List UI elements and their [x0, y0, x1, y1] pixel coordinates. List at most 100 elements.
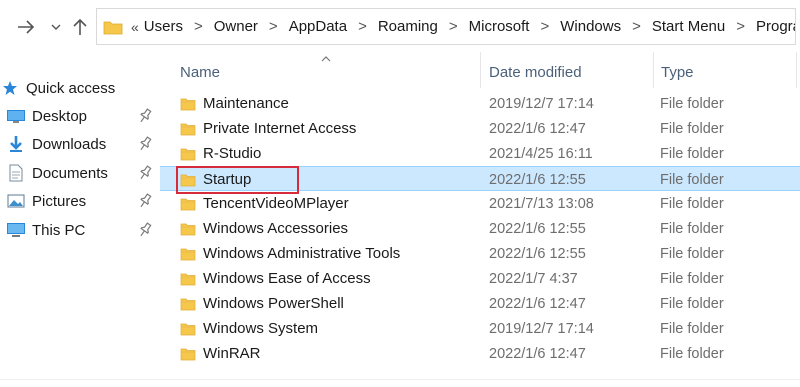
column-header-date[interactable]: Date modified [489, 60, 582, 84]
pin-icon [138, 165, 152, 181]
computer-icon [6, 221, 26, 239]
file-name: TencentVideoMPlayer [203, 195, 349, 212]
file-row[interactable]: Startup 2022/1/6 12:55 File folder [160, 166, 800, 194]
column-divider[interactable] [653, 52, 654, 88]
nav-item-this-pc[interactable]: This PC [0, 218, 158, 242]
date-modified-cell: 2021/4/25 16:11 [489, 145, 593, 162]
file-row[interactable]: R-Studio 2021/4/25 16:11 File folder [160, 141, 800, 166]
file-name: Windows System [203, 320, 319, 337]
navigation-pane: Quick access Desktop Downloads Documents Pic… [0, 72, 158, 372]
file-row[interactable]: Windows PowerShell 2022/1/6 12:47 File fol… [160, 291, 800, 316]
breadcrumb-separator[interactable]: > [736, 18, 745, 35]
breadcrumb-separator[interactable]: > [540, 18, 549, 35]
file-name-cell[interactable]: Maintenance [180, 91, 289, 116]
file-row[interactable]: Private Internet Access 2022/1/6 12:47 Fil… [160, 116, 800, 141]
date-modified-cell: 2022/1/6 12:55 [489, 171, 586, 188]
type-cell: File folder [660, 295, 724, 312]
breadcrumb-item[interactable]: Roaming [378, 18, 438, 35]
chevron-down-icon [51, 24, 61, 30]
date-modified-cell: 2022/1/7 4:37 [489, 270, 578, 287]
file-name: Private Internet Access [203, 120, 357, 137]
nav-item-desktop[interactable]: Desktop [0, 104, 158, 128]
date-modified-cell: 2019/12/7 17:14 [489, 320, 594, 337]
file-row[interactable]: Windows System 2019/12/7 17:14 File folder [160, 316, 800, 341]
file-name-cell[interactable]: WinRAR [180, 341, 261, 366]
date-modified-cell: 2019/12/7 17:14 [489, 95, 594, 112]
up-button[interactable] [68, 14, 92, 40]
file-name: WinRAR [203, 345, 261, 362]
file-name-cell[interactable]: Windows Administrative Tools [180, 241, 400, 266]
breadcrumb-item[interactable]: Owner [214, 18, 258, 35]
nav-item-quick-access[interactable]: Quick access [0, 76, 158, 100]
file-name-cell[interactable]: TencentVideoMPlayer [180, 191, 349, 216]
pin-icon [138, 108, 152, 124]
date-modified-cell: 2022/1/6 12:47 [489, 120, 586, 137]
breadcrumb-separator[interactable]: > [269, 18, 278, 35]
date-modified-cell: 2022/1/6 12:55 [489, 220, 586, 237]
nav-item-pictures[interactable]: Pictures [0, 189, 158, 213]
file-name-cell[interactable]: R-Studio [180, 141, 261, 166]
folder-icon [180, 247, 203, 261]
file-row[interactable]: TencentVideoMPlayer 2021/7/13 13:08 File f… [160, 191, 800, 216]
documents-icon [6, 164, 26, 182]
breadcrumb-separator[interactable]: > [194, 18, 203, 35]
date-modified-cell: 2021/7/13 13:08 [489, 195, 594, 212]
column-header-name[interactable]: Name [180, 60, 220, 84]
back-button[interactable] [14, 14, 38, 40]
file-name: R-Studio [203, 145, 262, 162]
file-row[interactable]: WinRAR 2022/1/6 12:47 File folder [160, 341, 800, 366]
breadcrumb-item[interactable]: Microsoft [469, 18, 530, 35]
file-row[interactable]: Windows Administrative Tools 2022/1/6 12:… [160, 241, 800, 266]
file-name: Windows Ease of Access [203, 270, 371, 287]
arrow-up-icon [73, 18, 87, 35]
date-modified-cell: 2022/1/6 12:47 [489, 295, 586, 312]
date-modified-cell: 2022/1/6 12:47 [489, 345, 586, 362]
file-name-cell[interactable]: Windows Ease of Access [180, 266, 371, 291]
folder-icon [180, 197, 203, 211]
nav-item-label: This PC [32, 221, 86, 239]
file-name: Windows Accessories [203, 220, 349, 237]
nav-item-label: Documents [32, 164, 108, 182]
nav-item-downloads[interactable]: Downloads [0, 132, 158, 156]
folder-icon [103, 21, 123, 34]
pin-icon [138, 222, 152, 238]
file-row[interactable]: Windows Accessories 2022/1/6 12:55 File fo… [160, 216, 800, 241]
file-name-cell[interactable]: Windows Accessories [180, 216, 348, 241]
nav-item-label: Quick access [26, 79, 116, 97]
file-name: Maintenance [203, 95, 289, 112]
file-name-cell[interactable]: Private Internet Access [180, 116, 356, 141]
address-bar[interactable]: « Users > Owner > AppData > Roaming > Microsoft >… [96, 8, 796, 45]
breadcrumb-item[interactable]: Start Menu [652, 18, 725, 35]
window-bottom-edge [0, 379, 800, 387]
breadcrumb-item[interactable]: Programs [756, 18, 795, 35]
folder-icon [180, 297, 203, 311]
desktop-icon [6, 107, 26, 125]
breadcrumb-item[interactable]: AppData [289, 18, 347, 35]
file-name-cell[interactable]: Windows PowerShell [180, 291, 344, 316]
type-cell: File folder [660, 220, 724, 237]
recent-locations-button[interactable] [44, 14, 68, 40]
file-row[interactable]: Maintenance 2019/12/7 17:14 File folder [160, 91, 800, 116]
breadcrumb-item[interactable]: Windows [560, 18, 621, 35]
column-divider[interactable] [480, 52, 481, 88]
file-list: Name Date modified Type Maintenance 2019/… [160, 52, 800, 377]
type-cell: File folder [660, 195, 724, 212]
breadcrumb-separator[interactable]: > [358, 18, 367, 35]
file-row[interactable]: Windows Ease of Access 2022/1/7 4:37 File … [160, 266, 800, 291]
breadcrumb-separator[interactable]: > [632, 18, 641, 35]
column-header-type[interactable]: Type [661, 60, 694, 84]
breadcrumb-item[interactable]: Users [144, 18, 183, 35]
date-modified-cell: 2022/1/6 12:55 [489, 245, 586, 262]
nav-item-documents[interactable]: Documents [0, 161, 158, 185]
type-cell: File folder [660, 120, 724, 137]
download-icon [6, 135, 26, 153]
file-name-cell[interactable]: Windows System [180, 316, 318, 341]
arrow-right-icon [18, 20, 35, 34]
folder-icon [180, 322, 203, 336]
nav-item-label: Desktop [32, 107, 88, 125]
type-cell: File folder [660, 171, 724, 188]
breadcrumb-overflow[interactable]: « [131, 19, 139, 35]
file-name: Windows PowerShell [203, 295, 344, 312]
column-divider[interactable] [796, 52, 797, 88]
breadcrumb-separator[interactable]: > [449, 18, 458, 35]
